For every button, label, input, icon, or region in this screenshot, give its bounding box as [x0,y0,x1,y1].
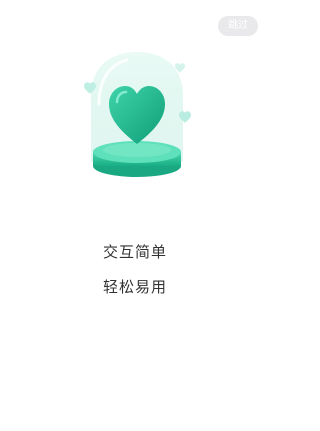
intro-screen: 跳过 交互简单 轻松易用 [0,0,270,431]
heart-in-glass-dome-icon [75,44,200,179]
caption-line-1: 交互简单 [102,243,167,261]
skip-button[interactable]: 跳过 [218,16,258,36]
caption-line-2: 轻松易用 [102,278,167,296]
